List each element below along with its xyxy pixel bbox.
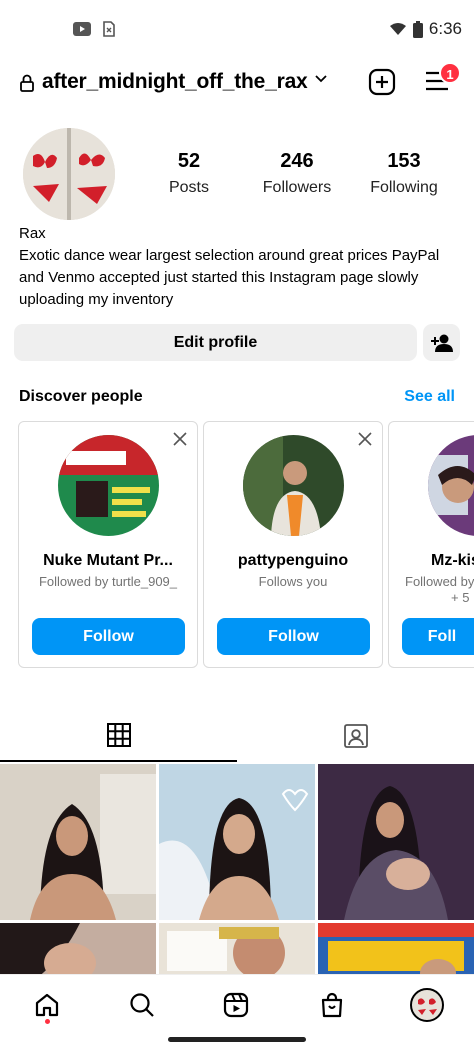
post-image: [318, 923, 474, 974]
nav-search[interactable]: [122, 985, 162, 1025]
suggestion-name[interactable]: Nuke Mutant Pr...: [19, 552, 197, 570]
nav-profile[interactable]: [407, 985, 447, 1025]
create-post-button[interactable]: [368, 68, 396, 96]
follow-button[interactable]: Follow: [217, 618, 370, 655]
post-thumbnail[interactable]: [0, 923, 156, 974]
post-image: [0, 923, 156, 974]
chevron-down-icon[interactable]: [314, 74, 328, 84]
suggestion-avatar-image: [428, 435, 474, 536]
follow-button[interactable]: Follow: [32, 618, 185, 655]
stat-following-value: 153: [387, 150, 421, 172]
post-image: [159, 923, 315, 974]
home-activity-dot: [45, 1019, 50, 1024]
profile-bio: Exotic dance wear largest selection arou…: [19, 247, 440, 308]
close-icon[interactable]: [173, 432, 187, 446]
profile-tabs: [0, 710, 474, 762]
post-thumbnail[interactable]: [159, 764, 315, 920]
gesture-bar[interactable]: [168, 1037, 306, 1042]
tagged-icon: [343, 724, 368, 748]
status-system: 6:36: [389, 19, 462, 39]
suggestion-card[interactable]: pattypenguino Follows you Follow: [203, 421, 383, 668]
stat-followers-value: 246: [280, 150, 314, 172]
stat-posts-label: Posts: [168, 179, 209, 196]
battery-icon: [412, 20, 423, 38]
edit-profile-button[interactable]: Edit profile: [14, 324, 417, 361]
post-thumbnail[interactable]: [159, 923, 315, 974]
stat-following[interactable]: 153 Following: [364, 150, 444, 197]
post-image: [0, 764, 156, 920]
post-thumbnail[interactable]: [0, 764, 156, 920]
account-username[interactable]: after_midnight_off_the_rax: [42, 70, 308, 94]
stat-following-label: Following: [370, 179, 438, 196]
tab-tagged[interactable]: [237, 710, 474, 762]
suggestion-avatar[interactable]: [428, 435, 474, 536]
stat-followers[interactable]: 246 Followers: [255, 150, 339, 197]
discover-people-button[interactable]: [423, 324, 460, 361]
stat-posts[interactable]: 52 Posts: [162, 150, 216, 197]
suggestion-avatar-image: [58, 435, 159, 536]
suggestion-avatar-image: [243, 435, 344, 536]
notification-badge: 1: [439, 62, 461, 84]
profile-avatar: [410, 988, 444, 1022]
see-all-link[interactable]: See all: [404, 388, 455, 406]
suggestion-avatar[interactable]: [243, 435, 344, 536]
search-icon: [130, 993, 154, 1017]
follow-button[interactable]: Foll: [402, 618, 474, 655]
status-time: 6:36: [428, 19, 462, 38]
bottom-navigation: [0, 974, 474, 1028]
post-image: [159, 764, 315, 920]
discover-people-title: Discover people: [19, 388, 143, 405]
post-image: [318, 764, 474, 920]
reels-icon: [223, 992, 249, 1018]
lock-icon: [20, 74, 34, 92]
suggestion-card[interactable]: Nuke Mutant Pr... Followed by turtle_909…: [18, 421, 198, 668]
stat-followers-label: Followers: [262, 179, 332, 196]
suggestion-mutual-count: + 5: [451, 590, 470, 605]
profile-avatar[interactable]: [23, 128, 115, 220]
suggestion-card[interactable]: Mz-kis Followed by + 5 Foll: [388, 421, 474, 668]
sim-icon: [103, 21, 115, 37]
youtube-icon: [73, 22, 91, 36]
profile-name: Rax: [19, 225, 46, 242]
avatar-image: [23, 128, 115, 220]
tab-posts-grid[interactable]: [0, 710, 237, 762]
suggestion-name[interactable]: Mz-kis: [431, 552, 474, 570]
shop-icon: [321, 992, 343, 1018]
suggestion-avatar[interactable]: [58, 435, 159, 536]
suggestion-name[interactable]: pattypenguino: [204, 552, 382, 570]
grid-icon: [106, 723, 131, 747]
status-notifications: [73, 21, 115, 37]
suggestion-subtitle: Follows you: [258, 574, 328, 589]
close-icon[interactable]: [358, 432, 372, 446]
post-thumbnail[interactable]: [318, 764, 474, 920]
profile-header: after_midnight_off_the_rax 1: [0, 62, 474, 106]
nav-reels[interactable]: [216, 985, 256, 1025]
wifi-icon: [389, 23, 406, 35]
stat-posts-value: 52: [177, 150, 201, 172]
suggestion-subtitle: Followed by: [405, 574, 474, 589]
post-thumbnail[interactable]: [318, 923, 474, 974]
add-person-icon: [430, 334, 453, 352]
status-bar: 6:36: [0, 0, 474, 60]
home-icon: [35, 993, 59, 1017]
posts-grid: [0, 764, 474, 974]
nav-shop[interactable]: [312, 985, 352, 1025]
suggestion-subtitle: Followed by turtle_909_: [38, 574, 178, 589]
